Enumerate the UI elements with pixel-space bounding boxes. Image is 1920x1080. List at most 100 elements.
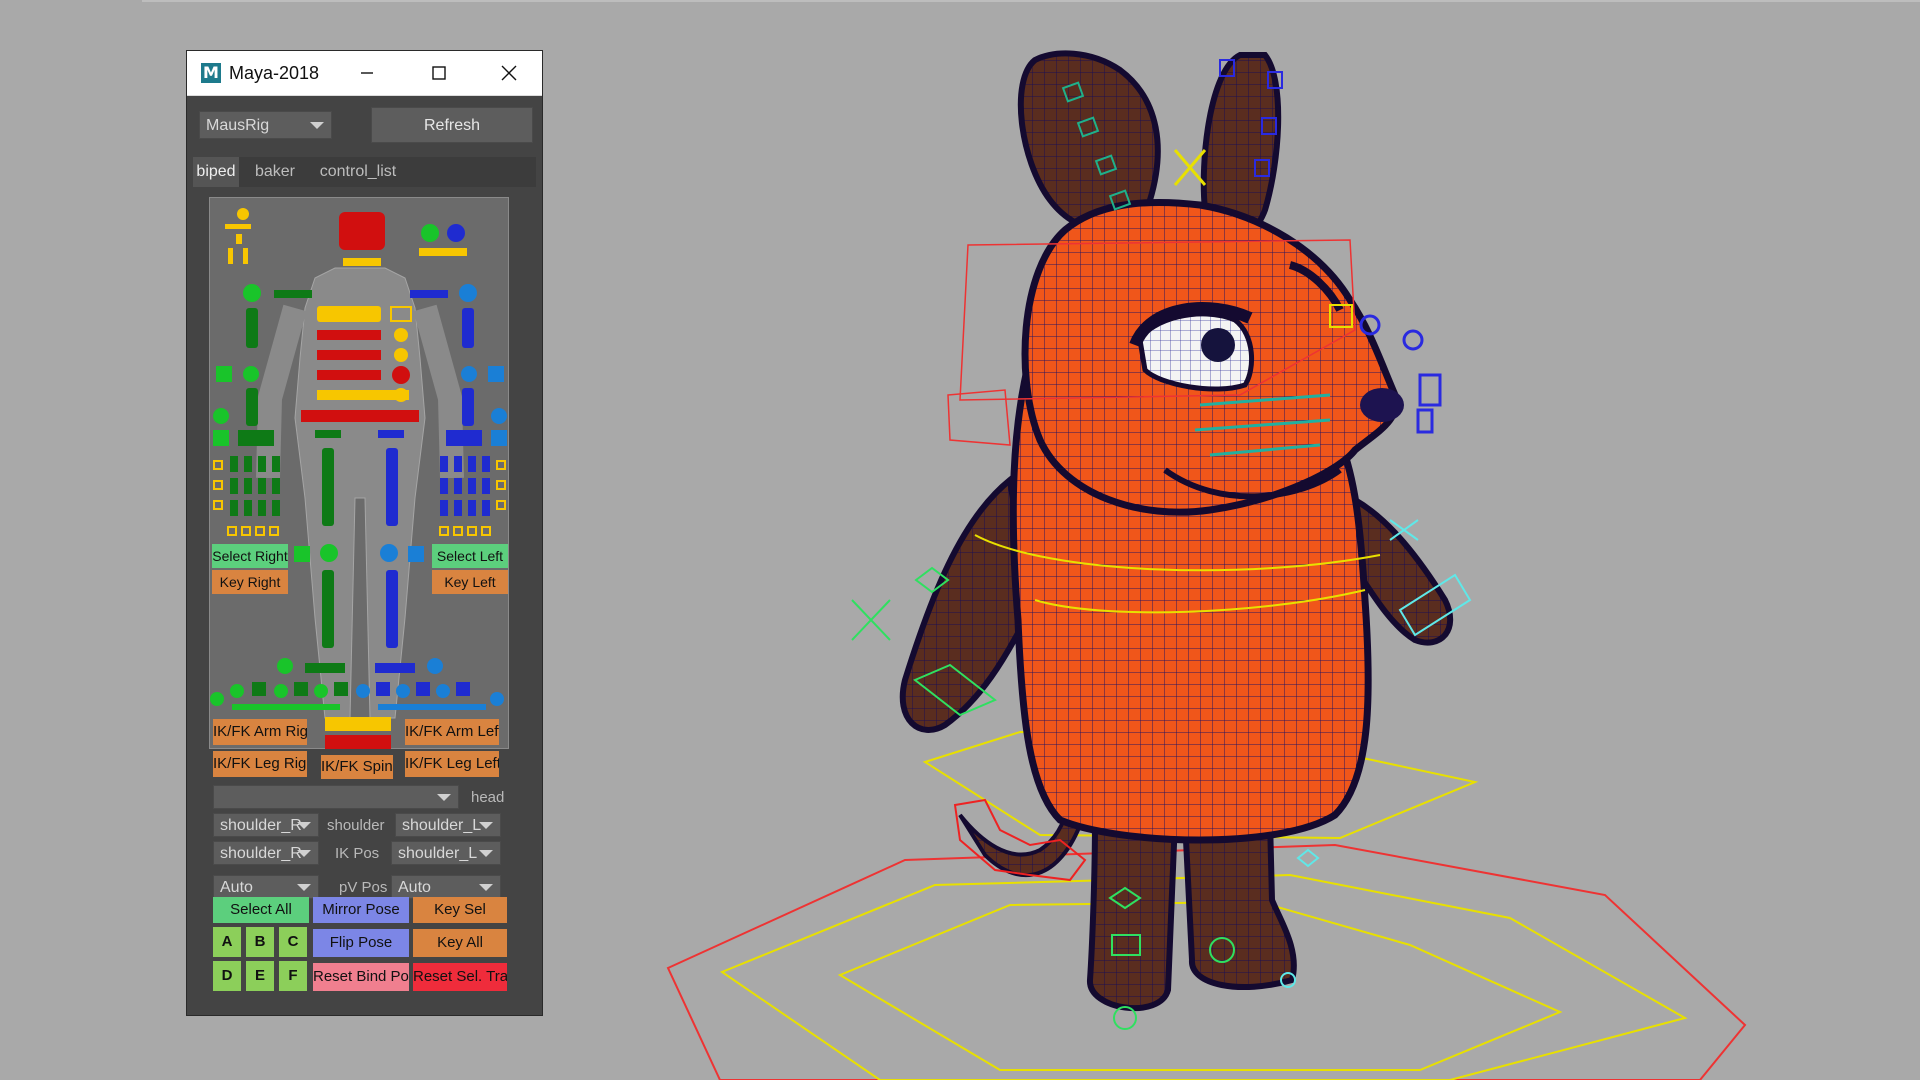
spine-ctrl-2[interactable] <box>317 350 381 360</box>
reset-selected-transforms-button[interactable]: Reset Sel. Trans <box>413 963 507 991</box>
hips-ctrl[interactable] <box>317 390 409 400</box>
thigh-l-ctrl[interactable] <box>386 448 398 526</box>
toe-l-ctrl-6[interactable] <box>456 682 470 696</box>
elbow-r-ik-ctrl[interactable] <box>216 366 232 382</box>
toe-r-ctrl-1[interactable] <box>210 692 224 706</box>
shoulder-r-space-dropdown[interactable]: shoulder_R <box>213 813 319 837</box>
pose-icon-torso[interactable] <box>236 234 242 244</box>
finger-l-11[interactable] <box>468 500 476 516</box>
tab-control-list[interactable]: control_list <box>311 157 405 187</box>
refresh-button[interactable]: Refresh <box>371 107 533 143</box>
spine-ik-ctrl-3[interactable] <box>392 366 410 384</box>
finger-r-3[interactable] <box>258 456 266 472</box>
toe-l-ctrl-4[interactable] <box>416 682 430 696</box>
thigh-r-ctrl[interactable] <box>322 448 334 526</box>
wrist-r-ctrl[interactable] <box>213 408 229 424</box>
foot-roll-r-ctrl[interactable] <box>232 704 340 710</box>
finger-r-4[interactable] <box>272 456 280 472</box>
finger-l-8[interactable] <box>482 478 490 494</box>
finger-r-5[interactable] <box>230 478 238 494</box>
finger-l-9[interactable] <box>440 500 448 516</box>
key-selected-button[interactable]: Key Sel <box>413 897 507 923</box>
elbow-l-ctrl[interactable] <box>461 366 477 382</box>
chest-ctrl[interactable] <box>317 306 381 322</box>
finger-base-r-2[interactable] <box>241 526 251 536</box>
ankle-l-ctrl[interactable] <box>427 658 443 674</box>
finger-l-7[interactable] <box>468 478 476 494</box>
pv-pos-l-dropdown[interactable]: Auto <box>391 875 501 899</box>
ankle-r-ctrl[interactable] <box>277 658 293 674</box>
rig-select-dropdown[interactable]: MausRig <box>199 111 332 139</box>
finger-ik-l-3[interactable] <box>496 500 506 510</box>
finger-r-2[interactable] <box>244 456 252 472</box>
tab-biped[interactable]: biped <box>193 157 239 187</box>
finger-r-11[interactable] <box>258 500 266 516</box>
finger-base-r-3[interactable] <box>255 526 265 536</box>
forearm-r-ctrl[interactable] <box>246 388 258 426</box>
key-right-button[interactable]: Key Right <box>212 570 288 594</box>
maximize-icon[interactable] <box>419 57 459 89</box>
foot-r-ctrl[interactable] <box>305 663 345 673</box>
foot-l-ctrl[interactable] <box>375 663 415 673</box>
key-left-button[interactable]: Key Left <box>432 570 508 594</box>
knee-l-ctrl[interactable] <box>380 544 398 562</box>
tab-baker[interactable]: baker <box>243 157 307 187</box>
toe-l-ctrl-1[interactable] <box>356 684 370 698</box>
spine-ctrl-3[interactable] <box>317 370 381 380</box>
toe-l-ctrl-2[interactable] <box>376 682 390 696</box>
finger-l-12[interactable] <box>482 500 490 516</box>
finger-l-1[interactable] <box>440 456 448 472</box>
knee-l-ik-ctrl[interactable] <box>408 546 424 562</box>
finger-ik-r-2[interactable] <box>213 480 223 490</box>
cog-ctrl[interactable] <box>301 410 419 422</box>
ik-pos-l-dropdown[interactable]: shoulder_L <box>391 841 501 865</box>
finger-ik-r-1[interactable] <box>213 460 223 470</box>
select-left-button[interactable]: Select Left <box>432 544 508 568</box>
select-right-button[interactable]: Select Right <box>212 544 288 568</box>
toe-l-ctrl-3[interactable] <box>396 684 410 698</box>
ikfk-leg-left-button[interactable]: IK/FK Leg Left <box>405 751 499 777</box>
finger-ik-r-3[interactable] <box>213 500 223 510</box>
hand-r-ik-ctrl[interactable] <box>213 430 229 446</box>
ikfk-spine-button[interactable]: IK/FK Spine <box>321 755 393 779</box>
shin-l-ctrl[interactable] <box>386 570 398 648</box>
spine-ctrl-1[interactable] <box>317 330 381 340</box>
shoulder-r-ctrl[interactable] <box>243 284 261 302</box>
ikfk-arm-right-button[interactable]: IK/FK Arm Right <box>213 719 307 745</box>
finger-base-l-3[interactable] <box>467 526 477 536</box>
toe-l-ctrl-5[interactable] <box>436 684 450 698</box>
selection-set-a-button[interactable]: A <box>213 927 241 957</box>
mirror-pose-button[interactable]: Mirror Pose <box>313 897 409 923</box>
pose-icon-leg-r[interactable] <box>228 248 233 264</box>
ikfk-leg-right-button[interactable]: IK/FK Leg Right <box>213 751 307 777</box>
close-icon[interactable] <box>489 57 529 89</box>
reset-bind-pose-button[interactable]: Reset Bind Pose <box>313 963 409 991</box>
neck-ctrl[interactable] <box>343 258 381 266</box>
ikfk-arm-left-button[interactable]: IK/FK Arm Left <box>405 719 499 745</box>
knee-r-ctrl[interactable] <box>320 544 338 562</box>
pv-pos-r-dropdown[interactable]: Auto <box>213 875 319 899</box>
select-all-button[interactable]: Select All <box>213 897 309 923</box>
elbow-l-ik-ctrl[interactable] <box>488 366 504 382</box>
foot-roll-l-ctrl[interactable] <box>378 704 486 710</box>
toe-r-ctrl-4[interactable] <box>274 684 288 698</box>
flip-pose-button[interactable]: Flip Pose <box>313 929 409 957</box>
finger-r-8[interactable] <box>272 478 280 494</box>
eye-right-ctrl[interactable] <box>421 224 439 242</box>
selection-set-d-button[interactable]: D <box>213 961 241 991</box>
forearm-l-ctrl[interactable] <box>462 388 474 426</box>
spine-ik-ctrl-2[interactable] <box>394 348 408 362</box>
finger-base-l-1[interactable] <box>439 526 449 536</box>
hand-l-ik-ctrl[interactable] <box>491 430 507 446</box>
finger-base-l-2[interactable] <box>453 526 463 536</box>
finger-base-r-1[interactable] <box>227 526 237 536</box>
pose-icon-leg-l[interactable] <box>243 248 248 264</box>
finger-r-1[interactable] <box>230 456 238 472</box>
toe-r-ctrl-7[interactable] <box>334 682 348 696</box>
finger-r-10[interactable] <box>244 500 252 516</box>
finger-l-3[interactable] <box>468 456 476 472</box>
toe-r-ctrl-3[interactable] <box>252 682 266 696</box>
head-space-dropdown[interactable] <box>213 785 459 809</box>
finger-r-12[interactable] <box>272 500 280 516</box>
knee-r-ik-ctrl[interactable] <box>294 546 310 562</box>
